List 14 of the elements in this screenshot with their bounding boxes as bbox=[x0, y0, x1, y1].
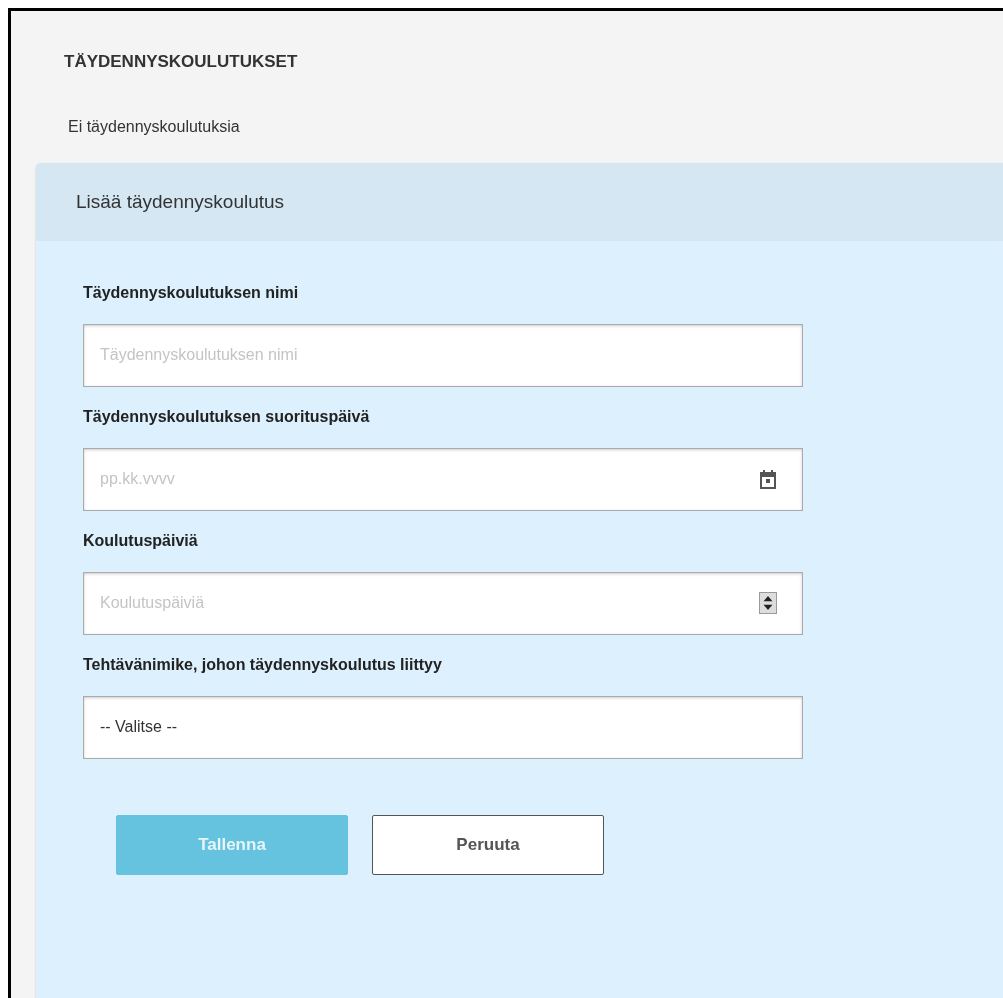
field-label: Täydennyskoulutuksen nimi bbox=[83, 282, 300, 303]
empty-message: Ei täydennyskoulutuksia bbox=[67, 116, 241, 137]
text-field[interactable]: Täydennyskoulutuksen nimi bbox=[83, 323, 803, 387]
field-label: Koulutuspäiviä bbox=[83, 530, 199, 551]
number-field[interactable]: Koulutuspäiviä bbox=[83, 571, 803, 635]
section-heading: TÄYDENNYSKOULUTUKSET bbox=[63, 51, 299, 73]
calendar-icon[interactable] bbox=[759, 469, 777, 489]
select-field[interactable]: -- Valitse -- bbox=[83, 695, 803, 759]
field-label: Täydennyskoulutuksen suorituspäivä bbox=[83, 406, 371, 427]
cancel-button[interactable]: Peruuta bbox=[372, 814, 604, 875]
date-field[interactable]: pp.kk.vvvv bbox=[83, 447, 803, 511]
spinner-icon[interactable] bbox=[759, 592, 777, 614]
panel-title: Lisää täydennyskoulutus bbox=[76, 190, 285, 212]
field-label: Tehtävänimike, johon täydennyskoulutus liittyy bbox=[83, 654, 443, 675]
